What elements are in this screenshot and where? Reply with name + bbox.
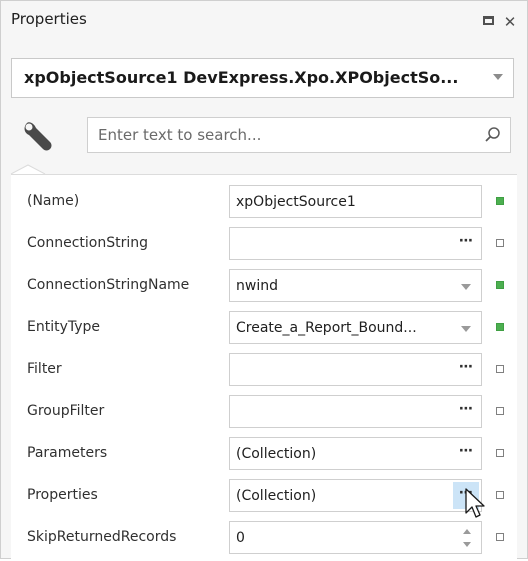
modified-marker [496, 323, 504, 331]
ellipsis-button[interactable]: ⋯ [453, 230, 479, 257]
search-placeholder: Enter text to search... [98, 126, 262, 144]
properties-panel: Properties ✕ xpObjectSource1 DevExpress.… [0, 0, 528, 561]
default-marker [496, 365, 504, 373]
default-marker [496, 449, 504, 457]
property-label: SkipReturnedRecords [27, 529, 177, 545]
ellipsis-button[interactable]: ⋯ [453, 440, 479, 467]
spin-down-icon[interactable] [463, 542, 471, 547]
close-icon[interactable]: ✕ [501, 13, 519, 31]
property-value-editor[interactable]: ⋯ [229, 227, 482, 260]
property-label: EntityType [27, 319, 101, 335]
chevron-down-icon[interactable] [461, 326, 471, 332]
property-label: Properties [27, 487, 98, 503]
property-row-skipreturnedrecords: SkipReturnedRecords 0 [11, 517, 517, 558]
property-value: 0 [236, 530, 245, 546]
property-value-editor[interactable]: (Collection) ⋯ [229, 437, 482, 470]
panel-titlebar: Properties ✕ [1, 1, 527, 43]
property-row-entitytype: EntityType Create_a_Report_Bound... [11, 307, 517, 348]
property-row-parameters: Parameters (Collection) ⋯ [11, 433, 517, 474]
property-label: Parameters [27, 445, 108, 461]
property-value-spin-editor[interactable]: 0 [229, 521, 482, 554]
property-row-properties: Properties (Collection) ⋯ [11, 475, 517, 516]
chevron-down-icon[interactable] [461, 284, 471, 290]
chevron-down-icon [493, 74, 503, 80]
property-value-editor[interactable]: xpObjectSource1 [229, 185, 482, 218]
property-row-groupfilter: GroupFilter ⋯ [11, 391, 517, 432]
property-row-connectionstring: ConnectionString ⋯ [11, 223, 517, 264]
property-value-editor[interactable]: ⋯ [229, 353, 482, 386]
wrench-icon[interactable] [19, 117, 57, 157]
property-value-editor[interactable]: (Collection) ⋯ [229, 479, 482, 512]
modified-marker [496, 281, 504, 289]
mouse-pointer-icon [465, 488, 485, 518]
property-value-dropdown[interactable]: Create_a_Report_Bound... [229, 311, 482, 344]
default-marker [496, 533, 504, 541]
default-marker [496, 407, 504, 415]
property-value: (Collection) [236, 446, 317, 462]
default-marker [496, 239, 504, 247]
property-value: nwind [236, 278, 278, 294]
property-value-editor[interactable]: ⋯ [229, 395, 482, 428]
panel-title: Properties [11, 10, 87, 28]
property-label: Filter [27, 361, 62, 377]
default-marker [496, 491, 504, 499]
property-value-dropdown[interactable]: nwind [229, 269, 482, 302]
property-value: (Collection) [236, 488, 317, 504]
search-icon[interactable] [484, 126, 502, 144]
property-grid: (Name) xpObjectSource1 ConnectionString … [11, 174, 517, 561]
tab-notch-divider [10, 164, 46, 174]
ellipsis-button[interactable]: ⋯ [453, 398, 479, 425]
ellipsis-button[interactable]: ⋯ [453, 356, 479, 383]
spin-up-icon[interactable] [463, 529, 471, 534]
property-label: ConnectionStringName [27, 277, 190, 293]
property-row-name: (Name) xpObjectSource1 [11, 181, 517, 222]
restore-window-icon[interactable] [479, 13, 497, 31]
property-row-filter: Filter ⋯ [11, 349, 517, 390]
property-value: xpObjectSource1 [236, 194, 356, 210]
modified-marker [496, 197, 504, 205]
object-selector-value: xpObjectSource1 DevExpress.Xpo.XPObjectS… [24, 68, 459, 87]
property-label: (Name) [27, 193, 80, 209]
property-label: ConnectionString [27, 235, 148, 251]
search-input[interactable]: Enter text to search... [87, 117, 511, 153]
property-row-connectionstringname: ConnectionStringName nwind [11, 265, 517, 306]
property-value: Create_a_Report_Bound... [236, 320, 417, 336]
object-selector-dropdown[interactable]: xpObjectSource1 DevExpress.Xpo.XPObjectS… [11, 58, 514, 98]
property-label: GroupFilter [27, 403, 105, 419]
